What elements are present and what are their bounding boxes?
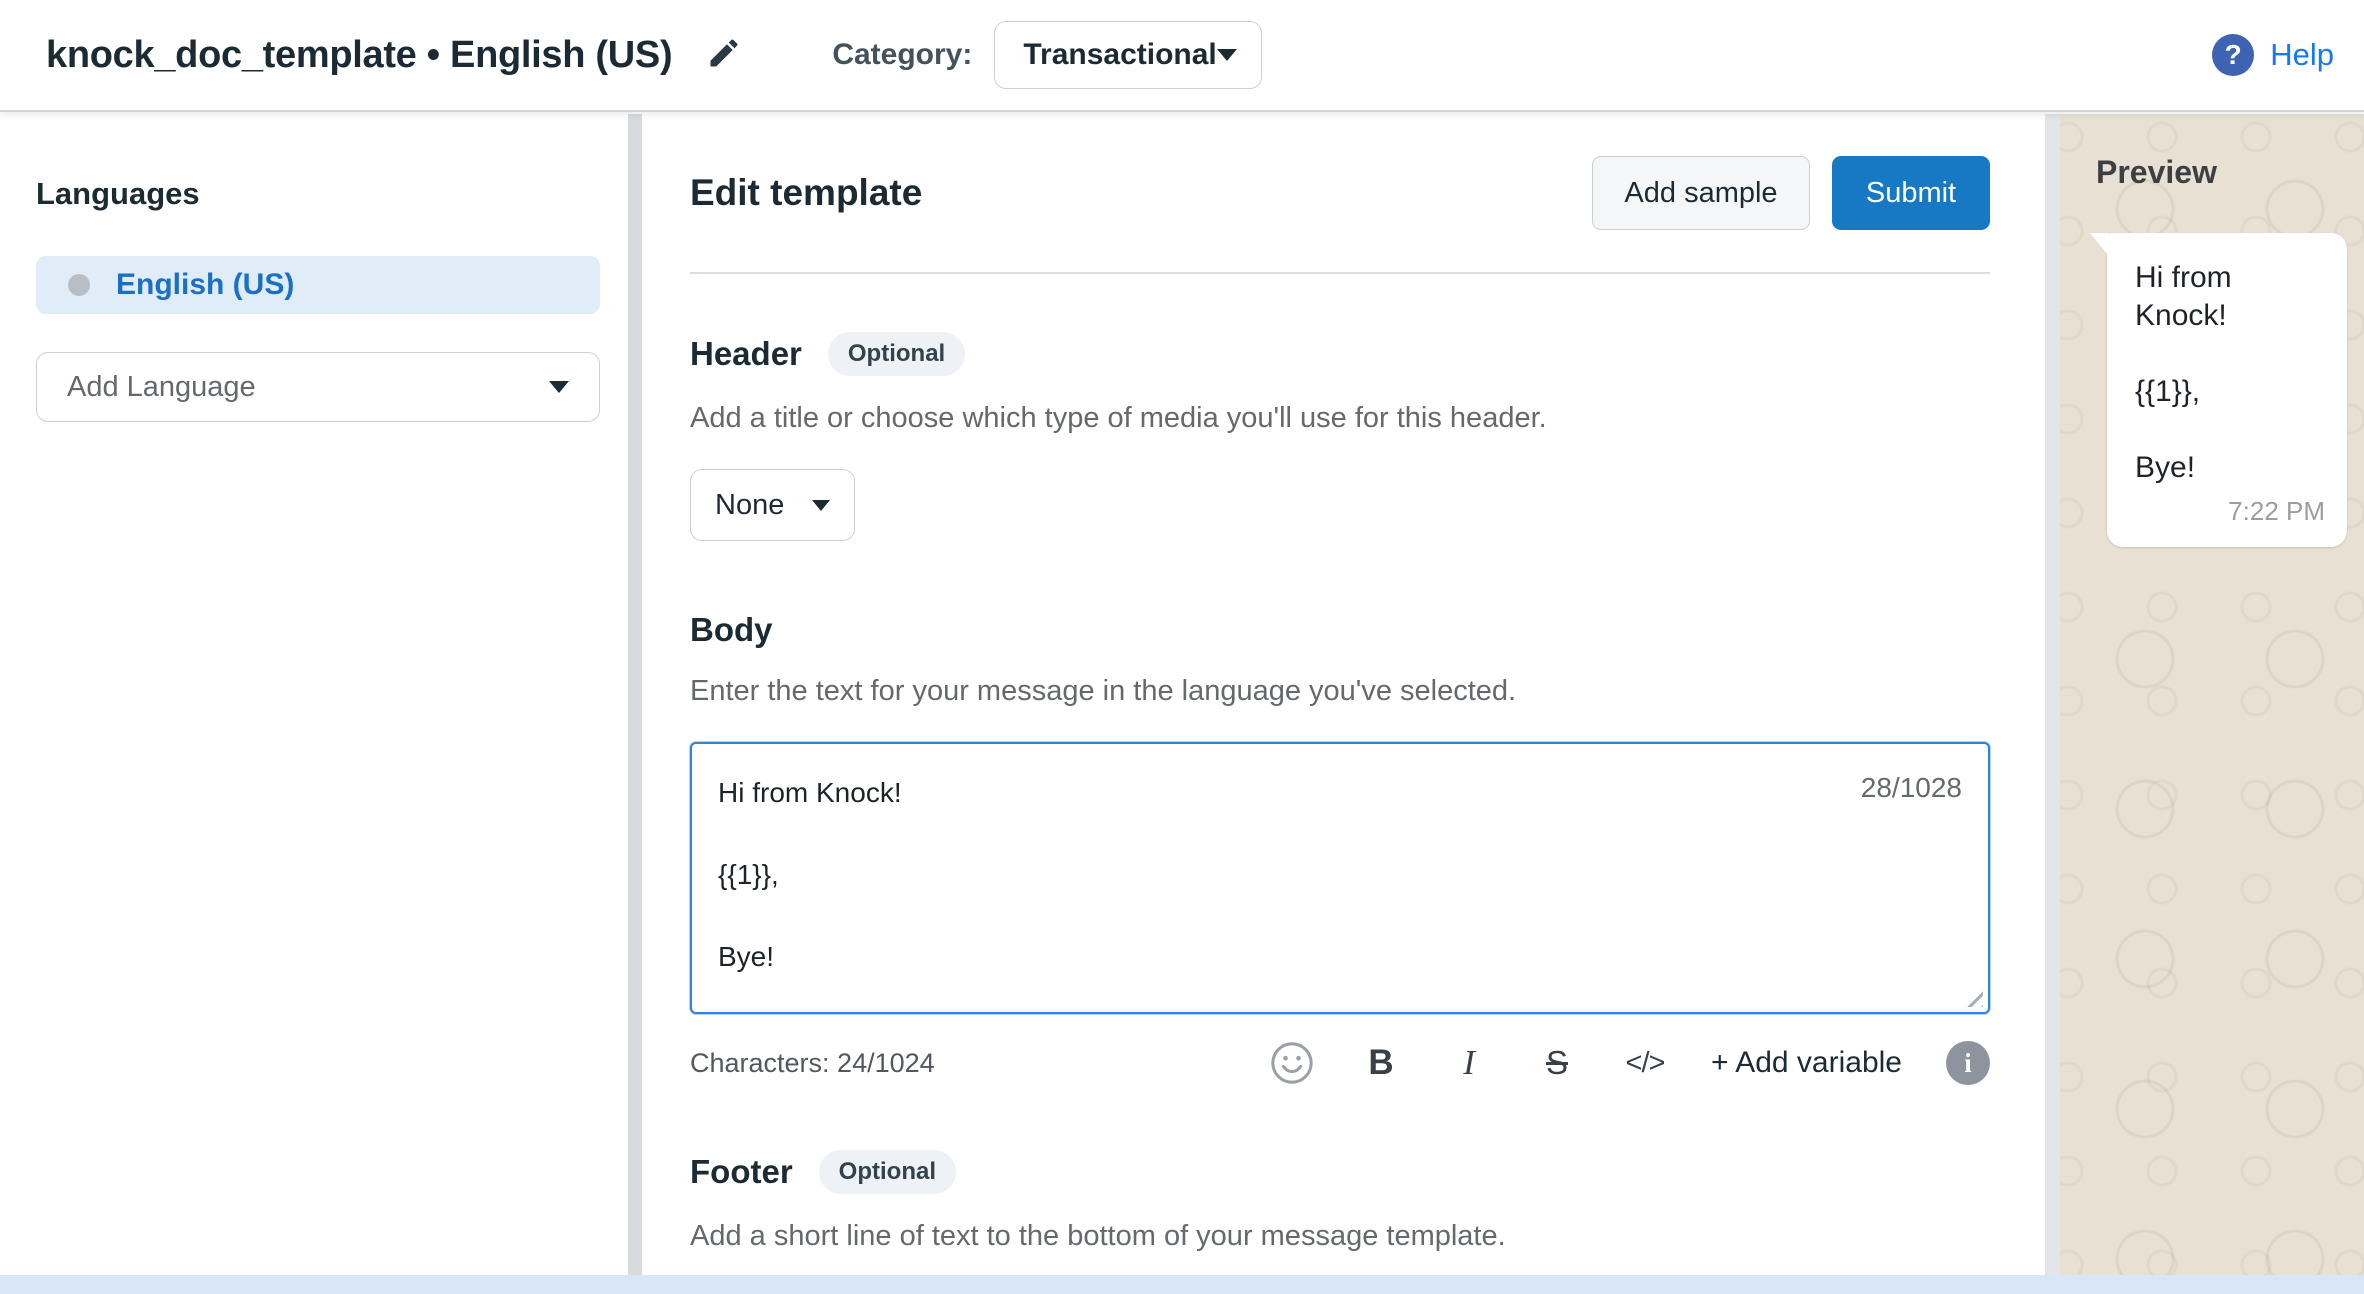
footer-section: Footer Optional Add a short line of text…	[690, 1150, 1990, 1276]
info-icon[interactable]: i	[1946, 1041, 1990, 1085]
template-title: knock_doc_template • English (US)	[46, 34, 672, 77]
chevron-down-icon	[549, 381, 569, 393]
header-section-description: Add a title or choose which type of medi…	[690, 402, 1990, 435]
preview-panel: Preview Hi from Knock! {{1}}, Bye! 7:22 …	[2060, 114, 2364, 1276]
bottom-strip	[0, 1275, 2364, 1294]
code-button[interactable]: </>	[1623, 1038, 1667, 1088]
edit-actions: Add sample Submit	[1592, 156, 1990, 230]
resize-handle[interactable]	[1961, 985, 1983, 1007]
divider	[690, 272, 1990, 274]
strikethrough-button[interactable]: S	[1535, 1038, 1579, 1088]
body-section-title: Body	[690, 611, 773, 649]
preview-heading: Preview	[2096, 154, 2364, 191]
question-circle-icon: ?	[2212, 34, 2254, 76]
emoji-button[interactable]	[1269, 1038, 1315, 1088]
italic-button[interactable]: I	[1447, 1038, 1491, 1088]
body-text-value: Hi from Knock! {{1}}, Bye!	[718, 772, 1788, 977]
status-dot-icon	[68, 274, 90, 296]
sidebar-divider	[628, 114, 642, 1276]
message-timestamp: 7:22 PM	[2228, 496, 2325, 527]
bold-button[interactable]: B	[1359, 1038, 1403, 1088]
footer-section-description: Add a short line of text to the bottom o…	[690, 1220, 1990, 1253]
submit-button[interactable]: Submit	[1832, 156, 1990, 230]
header-type-value: None	[715, 489, 784, 522]
help-link[interactable]: ? Help	[2212, 34, 2334, 76]
category-group: Category: Transactional	[832, 21, 1262, 89]
add-language-placeholder: Add Language	[67, 371, 256, 404]
topbar: knock_doc_template • English (US) Catego…	[0, 0, 2364, 112]
header-type-select[interactable]: None	[690, 469, 855, 541]
add-language-select[interactable]: Add Language	[36, 352, 600, 422]
page-title: Edit template	[690, 172, 922, 214]
edit-template-panel: Edit template Add sample Submit Header O…	[642, 114, 2045, 1276]
template-editor-app: knock_doc_template • English (US) Catego…	[0, 0, 2364, 1294]
chevron-down-icon	[812, 500, 830, 511]
body-toolbar: Characters: 24/1024 B I S </> + A	[690, 1038, 1990, 1088]
optional-badge: Optional	[828, 332, 965, 376]
sidebar-item-english-us[interactable]: English (US)	[36, 256, 600, 314]
characters-count-label: Characters: 24/1024	[690, 1048, 935, 1079]
main-scrollbar[interactable]	[2045, 114, 2060, 1276]
optional-badge: Optional	[819, 1150, 956, 1194]
add-sample-button[interactable]: Add sample	[1592, 156, 1810, 230]
languages-heading: Languages	[36, 176, 628, 212]
body-section-description: Enter the text for your message in the l…	[690, 675, 1990, 708]
language-label: English (US)	[116, 268, 294, 302]
header-section-title: Header	[690, 335, 802, 373]
bubble-tail	[2090, 233, 2108, 255]
preview-message-text: Hi from Knock! {{1}}, Bye!	[2135, 259, 2323, 487]
category-value: Transactional	[1023, 38, 1216, 72]
edit-title-button[interactable]	[706, 35, 742, 76]
message-bubble: Hi from Knock! {{1}}, Bye! 7:22 PM	[2107, 233, 2347, 547]
languages-sidebar: Languages English (US) Add Language	[0, 114, 628, 1276]
smiley-icon	[1269, 1040, 1315, 1086]
body-char-counter: 28/1028	[1861, 772, 1962, 804]
edit-template-header: Edit template Add sample Submit	[690, 156, 1990, 230]
add-variable-button[interactable]: + Add variable	[1711, 1038, 1902, 1088]
chevron-down-icon	[1217, 49, 1237, 61]
category-select[interactable]: Transactional	[994, 21, 1262, 89]
help-label: Help	[2270, 37, 2334, 73]
pencil-icon	[706, 35, 742, 76]
footer-section-title: Footer	[690, 1153, 793, 1191]
body-textarea[interactable]: Hi from Knock! {{1}}, Bye! 28/1028	[690, 742, 1990, 1014]
header-section: Header Optional Add a title or choose wh…	[690, 332, 1990, 541]
category-label: Category:	[832, 38, 972, 72]
body-section: Body Enter the text for your message in …	[690, 611, 1990, 1088]
